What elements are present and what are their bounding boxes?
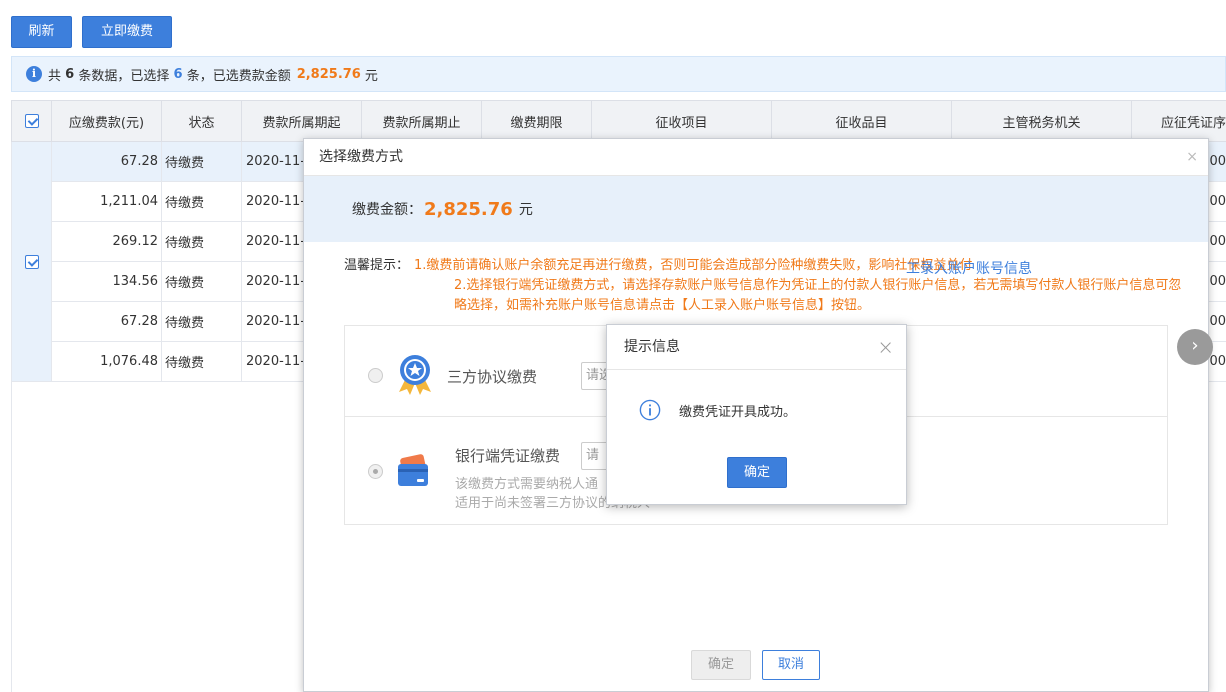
amount-band: 缴费金额： 2,825.76 元 xyxy=(304,176,1208,242)
select-all-checkbox[interactable] xyxy=(24,114,39,128)
tip-1: 1.缴费前请确认账户余额充足再进行缴费，否则可能会造成部分险种缴费失败，影响社保… xyxy=(414,258,973,273)
medal-icon xyxy=(399,355,431,395)
message-ok-button[interactable]: 确定 xyxy=(727,457,787,488)
row-checkbox[interactable] xyxy=(24,254,39,269)
summary-bar: i 共 6 条数据，已选择 6 条，已选费款金额 2,825.76 元 xyxy=(11,56,1226,92)
cell-amount: 269.12 xyxy=(51,221,162,262)
message-header: 提示信息 × xyxy=(607,325,906,370)
close-icon[interactable]: × xyxy=(1186,139,1198,176)
close-icon[interactable]: × xyxy=(877,325,894,370)
radio-three-party[interactable] xyxy=(368,368,383,383)
page: 刷新 立即缴费 i 共 6 条数据，已选择 6 条，已选费款金额 2,825.7… xyxy=(0,0,1226,692)
cell-status: 待缴费 xyxy=(161,301,242,342)
summary-mid2: 条，已选费款金额 xyxy=(186,68,291,84)
manual-entry-link[interactable]: 工录入账户账号信息 xyxy=(906,258,1032,278)
select-all-cell[interactable] xyxy=(11,100,52,142)
amount-unit: 元 xyxy=(518,202,533,218)
table-header: 应缴费款(元) 状态 费款所属期起 费款所属期止 缴费期限 征收项目 征收品目 … xyxy=(11,100,1226,142)
cell-status: 待缴费 xyxy=(161,341,242,382)
summary-unit: 元 xyxy=(364,68,378,84)
col-header: 应缴费款(元) xyxy=(51,100,162,142)
message-title: 提示信息 xyxy=(624,339,680,355)
summary-mid1: 条数据，已选择 xyxy=(78,68,170,84)
col-header: 状态 xyxy=(161,100,242,142)
amount-label: 缴费金额： xyxy=(352,202,422,218)
card-icon xyxy=(398,454,428,486)
col-header: 费款所属期止 xyxy=(361,100,482,142)
row-select-cell[interactable] xyxy=(11,141,52,382)
info-icon: i xyxy=(26,66,42,82)
pay-now-button[interactable]: 立即缴费 xyxy=(82,16,172,48)
cell-status: 待缴费 xyxy=(161,181,242,222)
message-body: 缴费凭证开具成功。 xyxy=(639,399,796,421)
info-icon xyxy=(639,399,661,421)
cell-amount: 134.56 xyxy=(51,261,162,302)
dialog-confirm-button[interactable]: 确定 xyxy=(691,650,751,680)
refresh-button[interactable]: 刷新 xyxy=(11,16,72,48)
grid-border xyxy=(11,381,12,692)
radio-bank-voucher[interactable] xyxy=(368,464,383,479)
summary-total: 6 xyxy=(65,66,75,82)
message-box: 提示信息 × 缴费凭证开具成功。 确定 xyxy=(606,324,907,505)
col-header: 征收项目 xyxy=(591,100,772,142)
tip-2: 2.选择银行端凭证缴费方式，请选择存款账户账号信息作为凭证上的付款人银行账户信息… xyxy=(454,278,1182,313)
col-header: 应征凭证序 xyxy=(1131,100,1226,142)
summary-prefix: 共 xyxy=(48,68,62,84)
cell-amount: 1,211.04 xyxy=(51,181,162,222)
option-bank-voucher-title: 银行端凭证缴费 xyxy=(455,447,561,465)
option-bank-desc-1: 该缴费方式需要纳税人通 xyxy=(455,477,599,492)
cell-status: 待缴费 xyxy=(161,141,242,182)
col-header: 征收品目 xyxy=(771,100,952,142)
tip-label: 温馨提示： xyxy=(344,258,410,273)
cell-amount: 1,076.48 xyxy=(51,341,162,382)
dialog-title: 选择缴费方式 xyxy=(319,149,403,165)
cell-amount: 67.28 xyxy=(51,141,162,182)
amount-value: 2,825.76 xyxy=(424,198,513,220)
message-text: 缴费凭证开具成功。 xyxy=(679,404,797,420)
option-three-party-title: 三方协议缴费 xyxy=(447,368,538,386)
dialog-header: 选择缴费方式 × xyxy=(304,139,1208,176)
col-header: 缴费期限 xyxy=(481,100,592,142)
dialog-cancel-button[interactable]: 取消 xyxy=(762,650,820,680)
chevron-right-icon[interactable]: › xyxy=(1177,329,1213,365)
cell-status: 待缴费 xyxy=(161,221,242,262)
cell-amount: 67.28 xyxy=(51,301,162,342)
cell-status: 待缴费 xyxy=(161,261,242,302)
summary-amount: 2,825.76 xyxy=(296,66,361,82)
col-header: 主管税务机关 xyxy=(951,100,1132,142)
summary-selected: 6 xyxy=(173,66,183,82)
col-header: 费款所属期起 xyxy=(241,100,362,142)
